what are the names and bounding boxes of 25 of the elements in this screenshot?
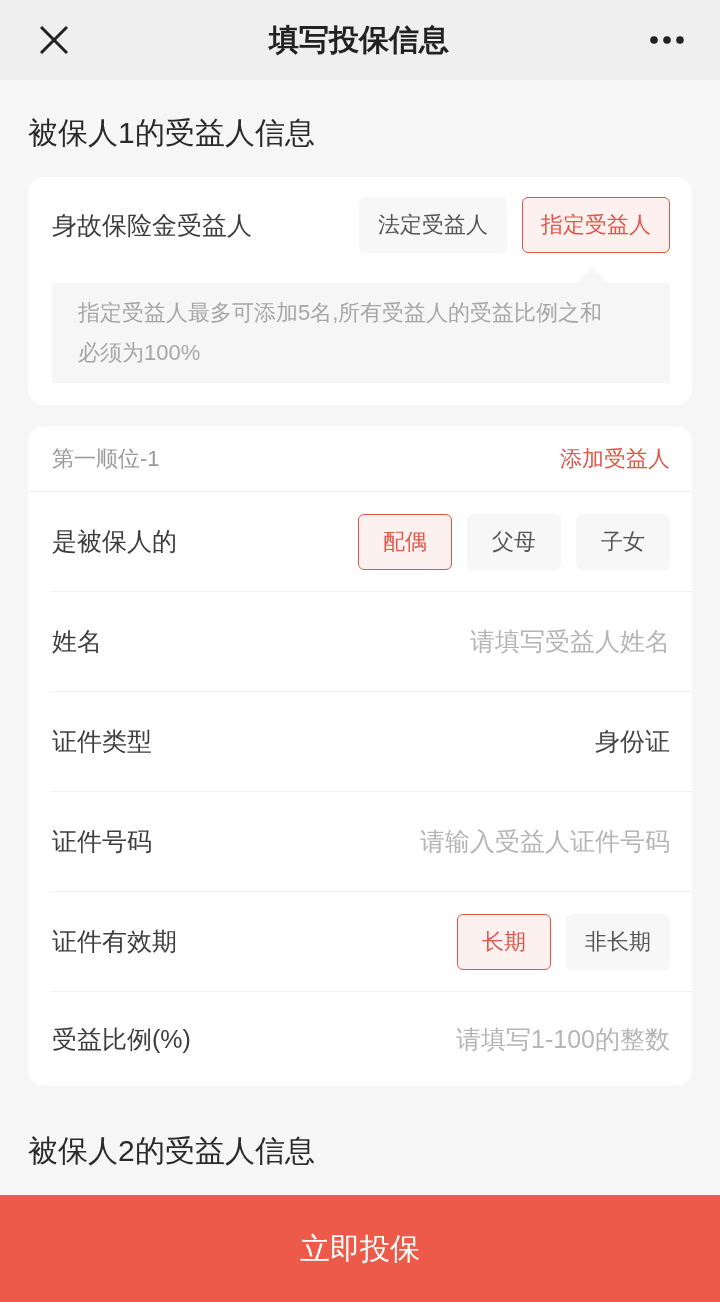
more-button[interactable] [650,36,684,44]
more-icon [650,36,684,44]
input-field[interactable]: 请填写受益人姓名 [350,621,670,662]
input-field[interactable]: 请输入受益人证件号码 [350,821,670,862]
field-label: 姓名 [52,626,102,657]
id-type-value[interactable]: 身份证 [595,725,670,758]
field-label: 证件有效期 [52,926,177,957]
option-button[interactable]: 子女 [576,513,670,570]
option-button[interactable]: 父母 [467,513,561,570]
option-button[interactable]: 法定受益人 [359,197,507,253]
add-beneficiary-link[interactable]: 添加受益人 [560,443,670,474]
field-label: 是被保人的 [52,526,177,557]
hint-note: 指定受益人最多可添加5名,所有受益人的受益比例之和必须为100% [52,283,670,383]
input-field[interactable]: 请填写1-100的整数 [350,1019,670,1059]
field-label: 受益比例(%) [52,1023,191,1055]
page-title: 填写投保信息 [269,22,449,58]
close-button[interactable] [40,26,68,54]
option-button[interactable]: 非长期 [566,913,670,970]
field-label: 证件号码 [52,826,152,857]
section-title: 被保人1的受益人信息 [28,116,315,149]
field-label: 身故保险金受益人 [52,209,252,241]
close-icon [40,26,68,54]
section-title: 被保人2的受益人信息 [28,1134,315,1167]
order-label: 第一顺位-1 [52,444,160,473]
field-label: 证件类型 [52,726,152,757]
